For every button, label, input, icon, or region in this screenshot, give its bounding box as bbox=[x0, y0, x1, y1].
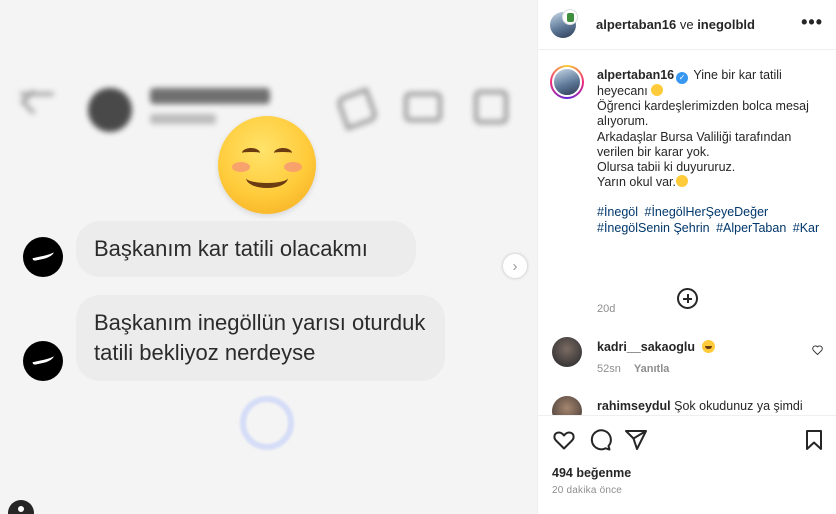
comment-meta: 52sn Yanıtla bbox=[597, 363, 669, 375]
post-side-panel: alpertaban16 ve inegolbld ••• alpertaban… bbox=[537, 0, 836, 514]
caption: alpertaban16 ✓ Yine bir kar tatili heyeca… bbox=[597, 68, 823, 236]
back-arrow-icon bbox=[20, 92, 54, 96]
flag-icon bbox=[474, 90, 508, 124]
post-header: alpertaban16 ve inegolbld ••• bbox=[538, 0, 836, 50]
hashtag-link[interactable]: #İnegölSenin Şehrin bbox=[597, 221, 710, 235]
comment: rahimseydul Şok okudunuz ya şimdi bbox=[597, 399, 803, 413]
post-media[interactable]: Başkanım kar tatili olacakmı Başkanım in… bbox=[0, 0, 537, 514]
smiling-face-emoji-icon bbox=[218, 116, 316, 214]
dm-avatar bbox=[88, 88, 132, 132]
hashtag-link[interactable]: #AlperTaban bbox=[716, 221, 786, 235]
video-icon bbox=[404, 92, 442, 122]
caption-line: Öğrenci kardeşlerimizden bolca mesaj alı… bbox=[597, 99, 809, 129]
comment-text: Şok okudunuz ya şimdi bbox=[674, 399, 803, 413]
comment-username[interactable]: rahimseydul bbox=[597, 399, 671, 413]
author-link[interactable]: alpertaban16 bbox=[596, 17, 676, 32]
comment-icon-svg bbox=[590, 429, 612, 451]
heart-icon-svg bbox=[553, 431, 575, 450]
comment-bubble-icon[interactable] bbox=[588, 428, 612, 452]
caption-author-avatar[interactable] bbox=[550, 65, 584, 99]
user-tag-icon[interactable] bbox=[8, 500, 34, 514]
emoji-eye bbox=[274, 148, 292, 158]
commenter-avatar[interactable] bbox=[552, 396, 582, 415]
post-timestamp[interactable]: 20 dakika önce bbox=[552, 485, 622, 496]
chat-bubble: Başkanım inegöllün yarısı oturduk tatili… bbox=[76, 295, 445, 381]
comment-timestamp[interactable]: 52sn bbox=[597, 363, 621, 375]
commenter-avatar[interactable] bbox=[552, 337, 582, 367]
post-actions: 494 beğenme 20 dakika önce bbox=[538, 415, 836, 514]
caption-timestamp[interactable]: 20d bbox=[597, 303, 615, 315]
nike-avatar bbox=[23, 341, 63, 381]
coauthor-avatar[interactable] bbox=[562, 9, 578, 25]
emoji-eye bbox=[242, 148, 260, 158]
next-slide-button[interactable]: › bbox=[503, 254, 527, 278]
swoosh-icon bbox=[31, 352, 55, 366]
caption-line: Olursa tabii ki duyururuz. bbox=[597, 160, 736, 175]
hashtags: #İnegöl #İnegölHerŞeyeDeğer #İnegölSenin… bbox=[597, 205, 823, 235]
dm-subtitle-blurred bbox=[150, 114, 216, 124]
hashtag-link[interactable]: #İnegöl bbox=[597, 205, 638, 219]
comment-like-heart-icon[interactable] bbox=[812, 345, 823, 355]
comment-username[interactable]: kadri__sakaoglu bbox=[597, 340, 695, 354]
loading-spinner-icon bbox=[240, 396, 294, 450]
smile-emoji-icon bbox=[675, 175, 688, 188]
caption-username[interactable]: alpertaban16 bbox=[597, 68, 674, 82]
caption-line: Yarın okul var. bbox=[597, 175, 823, 190]
caption-line-text: Yarın okul var. bbox=[597, 175, 676, 190]
coauthor-link[interactable]: inegolbld bbox=[697, 17, 755, 32]
post-authors: alpertaban16 ve inegolbld bbox=[596, 17, 755, 32]
caption-line: Arkadaşlar Bursa Valiliği tarafından ver… bbox=[597, 129, 792, 159]
verified-badge-icon: ✓ bbox=[676, 72, 689, 84]
load-more-comments-button[interactable] bbox=[677, 288, 698, 309]
hashtag-link[interactable]: #Kar bbox=[793, 221, 819, 235]
smile-emoji-icon bbox=[651, 84, 664, 96]
chat-bubble: Başkanım kar tatili olacakmı bbox=[76, 221, 416, 277]
send-icon-svg bbox=[625, 430, 647, 450]
avatar-photo bbox=[552, 67, 582, 97]
emoji-mouth bbox=[246, 168, 288, 188]
dm-name-blurred bbox=[150, 88, 270, 104]
like-heart-icon[interactable] bbox=[552, 428, 576, 452]
comments-scroll[interactable]: alpertaban16 ✓ Yine bir kar tatili heyeca… bbox=[538, 51, 836, 415]
reply-button[interactable]: Yanıtla bbox=[634, 363, 669, 375]
save-bookmark-icon[interactable] bbox=[802, 428, 826, 452]
share-send-icon[interactable] bbox=[624, 428, 648, 452]
swoosh-icon bbox=[31, 248, 55, 262]
hashtag-link[interactable]: #İnegölHerŞeyeDeğer bbox=[645, 205, 769, 219]
phone-icon bbox=[335, 87, 379, 131]
more-options-button[interactable]: ••• bbox=[801, 12, 823, 33]
author-connector: ve bbox=[679, 17, 694, 32]
like-count[interactable]: 494 beğenme bbox=[552, 466, 631, 480]
nike-avatar bbox=[23, 237, 63, 277]
bookmark-icon-svg bbox=[806, 430, 822, 450]
comment: kadri__sakaoglu bbox=[597, 340, 716, 354]
laughing-emoji-icon bbox=[702, 340, 716, 353]
